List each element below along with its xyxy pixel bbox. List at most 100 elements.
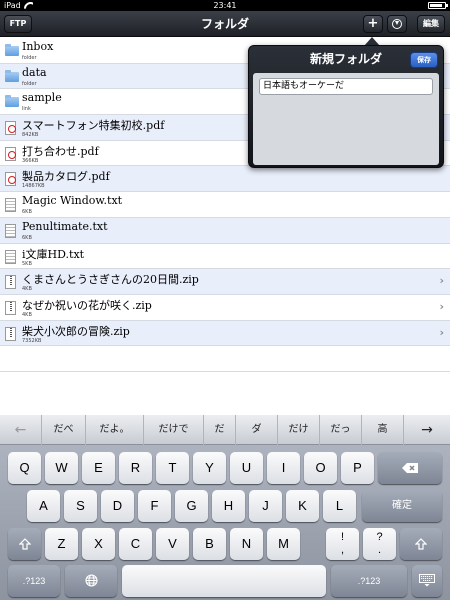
text-file-icon [5,198,16,213]
key-question-period[interactable]: ?. [363,528,396,560]
status-time: 23:41 [213,1,237,10]
file-detail: 4KB [22,286,32,293]
key-l[interactable]: L [323,490,356,522]
list-item[interactable]: Penultimate.txt 6KB [0,217,450,244]
shift-key[interactable] [8,528,41,560]
candidate-next-button[interactable]: → [404,415,450,445]
file-name: data [22,65,47,79]
key-k[interactable]: K [286,490,319,522]
key-a[interactable]: A [27,490,60,522]
key-top-char: ? [376,531,383,543]
text-file-icon [5,249,16,264]
folder-name-input[interactable]: 日本語もオーケーだ [259,78,433,95]
key-j[interactable]: J [249,490,282,522]
list-item[interactable]: なぜか祝いの花が咲く.zip 4KB › [0,294,450,321]
key-bottom-char: , [340,544,345,556]
backspace-key[interactable] [378,452,442,484]
key-v[interactable]: V [156,528,189,560]
file-name: Inbox [22,40,54,53]
key-z[interactable]: Z [45,528,78,560]
file-detail: 6KB [22,209,32,216]
file-name: 打ち合わせ.pdf [22,144,99,158]
keyboard-hide-icon [419,574,435,587]
key-d[interactable]: D [101,490,134,522]
key-r[interactable]: R [119,452,152,484]
file-name: なぜか祝いの花が咲く.zip [22,298,152,312]
zip-file-icon [5,300,16,315]
space-key[interactable] [122,565,326,597]
file-detail: 5KB [22,260,32,267]
chevron-right-icon[interactable]: › [439,274,444,287]
file-name: 柴犬小次郎の冒険.zip [22,324,130,338]
candidate-item[interactable]: だ [204,415,236,445]
key-f[interactable]: F [138,490,171,522]
chevron-right-icon[interactable]: › [439,300,444,313]
file-detail: 6KB [22,234,32,241]
key-x[interactable]: X [82,528,115,560]
key-h[interactable]: H [212,490,245,522]
screen: iPad 23:41 FTP フォルダ + 編集 Inbox folder dat… [0,0,450,600]
numbers-key-right[interactable]: .?123 [331,565,407,597]
battery-icon [428,2,448,9]
candidate-item[interactable]: だべ [42,415,86,445]
key-s[interactable]: S [64,490,97,522]
folder-icon [5,44,19,56]
pdf-icon [5,172,16,187]
confirm-key[interactable]: 確定 [362,490,442,522]
folder-icon [5,69,19,82]
candidate-item[interactable]: だよ。 [86,415,144,445]
pdf-icon [5,121,16,136]
key-u[interactable]: U [230,452,263,484]
file-name: i文庫HD.txt [22,247,85,261]
zip-file-icon [5,326,16,341]
file-detail: link [22,106,31,113]
key-i[interactable]: I [267,452,300,484]
download-button[interactable] [387,15,407,33]
file-detail: 14867KB [22,183,45,190]
file-detail: folder [22,55,37,61]
key-t[interactable]: T [156,452,189,484]
new-folder-popover: 新規フォルダ 保存 日本語もオーケーだ [248,45,444,168]
key-q[interactable]: Q [8,452,41,484]
edit-button[interactable]: 編集 [417,15,445,33]
key-g[interactable]: G [175,490,208,522]
list-item[interactable]: 製品カタログ.pdf 14867KB [0,166,450,193]
hide-keyboard-key[interactable] [412,565,442,597]
key-e[interactable]: E [82,452,115,484]
popover-body: 日本語もオーケーだ [253,73,439,165]
numbers-key[interactable]: .?123 [8,565,60,597]
shift-key-right[interactable] [400,528,442,560]
key-w[interactable]: W [45,452,78,484]
list-item[interactable]: くまさんとうさぎさんの20日間.zip 4KB › [0,269,450,295]
file-name: Penultimate.txt [22,219,108,233]
folder-icon [5,95,19,108]
file-detail: folder [22,80,37,87]
key-m[interactable]: M [267,528,300,560]
globe-icon [84,574,98,587]
key-o[interactable]: O [304,452,337,484]
candidate-item[interactable]: だっ [320,415,362,445]
list-item[interactable]: Magic Window.txt 6KB [0,192,450,218]
file-name: sample [22,91,62,105]
candidate-item[interactable]: だけ [278,415,320,445]
list-item[interactable]: i文庫HD.txt 5KB [0,243,450,270]
battery-fill [430,4,442,7]
list-item[interactable]: 柴犬小次郎の冒険.zip 7352KB › [0,320,450,347]
key-y[interactable]: Y [193,452,226,484]
key-c[interactable]: C [119,528,152,560]
globe-key[interactable] [65,565,117,597]
zip-file-icon [5,275,16,290]
save-button[interactable]: 保存 [410,52,438,68]
candidate-item[interactable]: 高 [362,415,404,445]
key-n[interactable]: N [230,528,263,560]
candidate-item[interactable]: だけで [144,415,204,445]
key-bottom-char: . [377,544,382,556]
candidate-prev-button[interactable]: ← [0,415,42,445]
navigation-bar: FTP フォルダ + 編集 [0,11,450,37]
chevron-right-icon[interactable]: › [439,326,444,339]
add-folder-button[interactable]: + [363,15,383,33]
key-b[interactable]: B [193,528,226,560]
key-p[interactable]: P [341,452,374,484]
key-exclamation-comma[interactable]: !, [326,528,359,560]
candidate-item[interactable]: ダ [236,415,278,445]
